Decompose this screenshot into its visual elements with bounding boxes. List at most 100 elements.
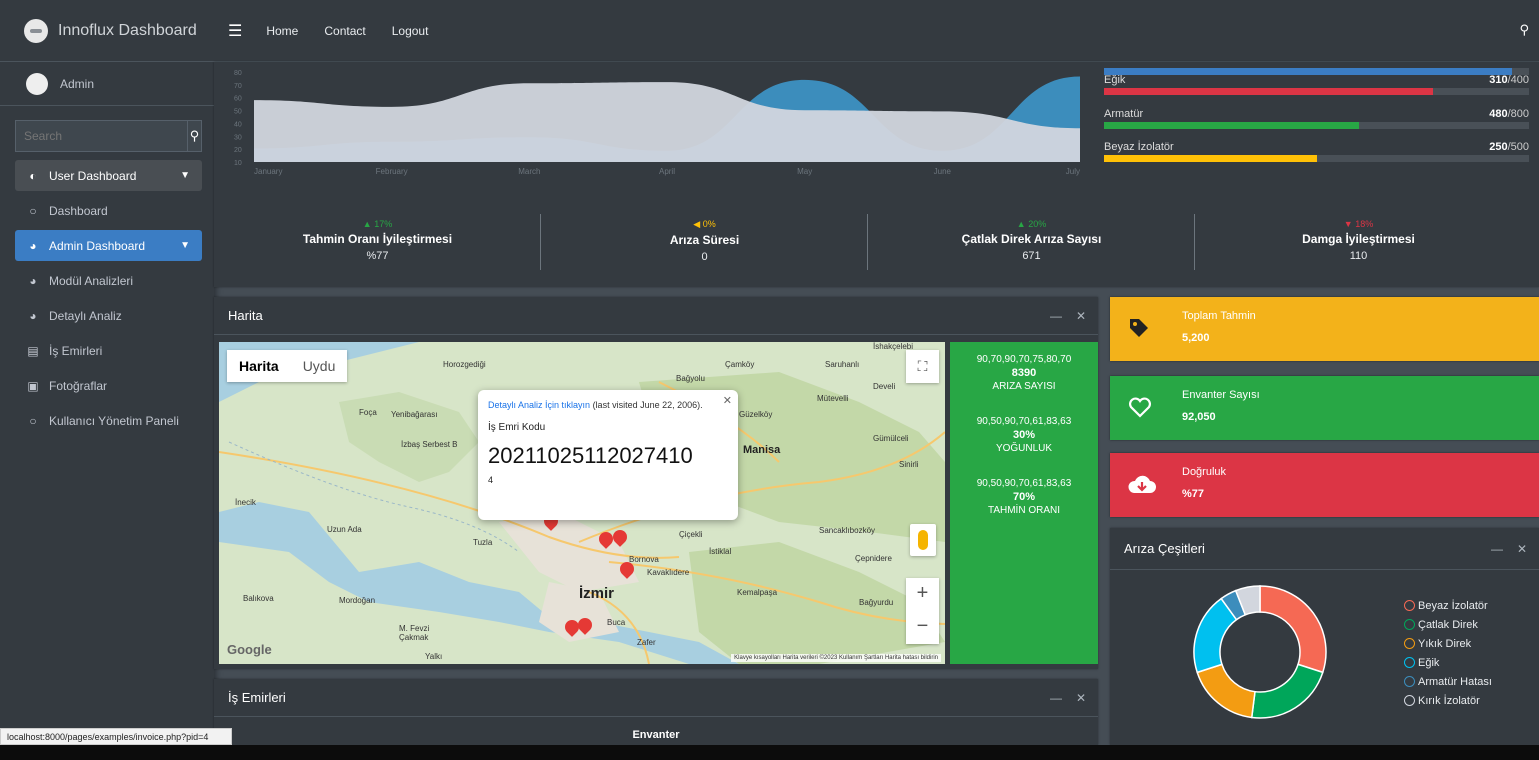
map-label: Yenibağarası [391, 410, 438, 419]
legend-label: Beyaz İzolatör [1418, 599, 1488, 612]
google-map[interactable]: Horozgediği Çamköy Saruhanlı İshakçelebi… [219, 342, 945, 664]
legend-label: Kırık İzolatör [1418, 694, 1480, 707]
collapse-icon[interactable]: — [1491, 542, 1503, 556]
map-label: Bağyolu [676, 374, 705, 383]
area-series-2 [254, 82, 1080, 162]
image-icon: ▣ [27, 378, 39, 393]
work-orders-card: İş Emirleri — ✕ Envanter [214, 679, 1098, 745]
sidebar-nav: ◐ User Dashboard ▼ ○ Dashboard ◕ Admin Dashb… [0, 160, 214, 436]
map-label: Sinirli [899, 460, 919, 469]
close-icon[interactable]: ✕ [723, 394, 732, 407]
map-label: Kemalpaşa [737, 588, 778, 597]
info-box-envanter: Envanter Sayısı 92,050 [1110, 376, 1539, 440]
nav-home-link[interactable]: Home [266, 24, 298, 38]
y-tick-label: 80 [234, 70, 242, 77]
close-icon[interactable]: ✕ [1076, 691, 1086, 705]
map-label: Buca [607, 618, 626, 627]
map-label: Çepnidere [855, 554, 892, 563]
sidebar-item-label: Dashboard [49, 203, 108, 218]
menu-toggle-icon[interactable]: ☰ [228, 21, 242, 41]
sidebar-search-input[interactable] [15, 120, 187, 152]
map-label: Develi [873, 382, 896, 391]
map-stat-block: 90,50,90,70,61,83,63 70% TAHMİN ORANI [950, 478, 1098, 516]
donut-chart [1193, 585, 1327, 719]
progress-fill [1104, 68, 1512, 75]
info-box-toplam-tahmin: Toplam Tahmin 5,200 [1110, 297, 1539, 361]
stat-block: ▼ 18% Damga İyileştirmesi 110 [1195, 212, 1522, 262]
chevron-down-icon: ▼ [180, 170, 190, 181]
sidebar-item-dashboard[interactable]: ○ Dashboard [15, 195, 202, 226]
stat-percent: ▼ 18% [1343, 219, 1374, 229]
legend-item: Armatür Hatası [1404, 672, 1492, 691]
donut-slice[interactable] [1196, 663, 1256, 719]
detail-analysis-link[interactable]: Detaylı Analiz İçin tıklayın [488, 400, 590, 410]
nav-logout-link[interactable]: Logout [392, 24, 429, 38]
info-box-value: %77 [1182, 488, 1205, 500]
sparkline-values: 90,50,90,70,61,83,63 [976, 416, 1072, 427]
legend-marker [1404, 657, 1415, 668]
donut-slice[interactable] [1250, 663, 1324, 719]
map-stat-label: ARIZA SAYISI [992, 381, 1056, 392]
sidebar-item-fotograflar[interactable]: ▣ Fotoğraflar [15, 370, 202, 401]
sidebar-item-modul-analizleri[interactable]: ◕ Modül Analizleri [15, 265, 202, 296]
y-tick-label: 60 [234, 96, 242, 103]
stat-block: ▲ 20% Çatlak Direk Arıza Sayısı 671 [868, 212, 1195, 270]
fullscreen-icon[interactable]: ⛶ [906, 350, 939, 383]
map-stat-label: YOĞUNLUK [995, 443, 1053, 454]
map-label: Çamköy [725, 360, 755, 369]
search-button[interactable]: ⚲ [187, 120, 202, 152]
user-name: Admin [60, 76, 95, 91]
sidebar-item-label: Modül Analizleri [49, 273, 134, 288]
map-type-uydu[interactable]: Uydu [291, 350, 348, 382]
zoom-in-button[interactable]: + [906, 578, 939, 611]
map-type-harita[interactable]: Harita [227, 350, 291, 382]
progress-track [1104, 155, 1529, 162]
legend-item: Beyaz İzolatör [1404, 596, 1492, 615]
close-icon[interactable]: ✕ [1517, 542, 1527, 556]
user-avatar-icon [26, 72, 48, 95]
browser-status-url: localhost:8000/pages/examples/invoice.ph… [0, 728, 232, 745]
collapse-icon[interactable]: — [1050, 309, 1062, 323]
tag-icon [1128, 317, 1154, 341]
sidebar-item-label: Kullanıcı Yönetim Paneli [49, 413, 179, 428]
map-stat-block: 90,70,90,70,75,80,70 8390 ARIZA SAYISI [950, 354, 1098, 392]
map-attribution[interactable]: Klavye kısayolları Harita verileri ©2023… [731, 654, 941, 662]
stat-block: ▲ 17% Tahmin Oranı İyileştirmesi %77 [214, 212, 541, 270]
donut-slice[interactable] [1259, 585, 1327, 674]
map-label: Bornova [629, 555, 659, 564]
zoom-control: + − [906, 578, 939, 644]
navbar-search-icon[interactable]: ⚲ [1519, 22, 1529, 38]
circle-icon: ○ [29, 413, 37, 428]
sidebar-item-user-dashboard[interactable]: ◐ User Dashboard ▼ [15, 160, 202, 191]
map-stat-value: 70% [1012, 491, 1036, 503]
x-tick-label: April [659, 167, 675, 176]
work-orders-header: İş Emirleri — ✕ [214, 679, 1098, 717]
search-icon: ⚲ [189, 128, 200, 143]
sales-chart-card: 80 70 60 50 40 30 20 10 January February March Apri… [214, 62, 1539, 287]
sidebar-item-admin-dashboard[interactable]: ◕ Admin Dashboard ▼ [15, 230, 202, 261]
stat-value: 671 [1022, 250, 1041, 262]
sidebar-item-kullanici-yonetim[interactable]: ○ Kullanıcı Yönetim Paneli [15, 405, 202, 436]
brand-link[interactable]: Innoflux Dashboard [0, 0, 214, 62]
info-box-value: 5,200 [1182, 332, 1210, 344]
nav-contact-link[interactable]: Contact [324, 24, 365, 38]
legend-item: Çatlak Direk [1404, 615, 1492, 634]
collapse-icon[interactable]: — [1050, 691, 1062, 705]
map-label: Foça [359, 408, 377, 417]
stat-value: 0 [701, 251, 708, 263]
zoom-out-button[interactable]: − [906, 611, 939, 644]
street-view-pegman-icon[interactable] [910, 524, 936, 556]
stats-row: ▲ 17% Tahmin Oranı İyileştirmesi %77 ◀ 0… [214, 212, 1539, 282]
progress-fill [1104, 88, 1434, 95]
sidebar-item-is-emirleri[interactable]: ▤ İş Emirleri [15, 335, 202, 366]
y-tick-label: 40 [234, 121, 242, 128]
map-label: Saruhanlı [825, 360, 860, 369]
close-icon[interactable]: ✕ [1076, 309, 1086, 323]
map-label: Yalkı [425, 652, 443, 661]
sidebar-item-detayli-analiz[interactable]: ◕ Detaylı Analiz [15, 300, 202, 331]
map-stats-panel: 90,70,90,70,75,80,70 8390 ARIZA SAYISI 9… [950, 342, 1098, 664]
user-panel[interactable]: Admin [0, 62, 214, 106]
card-tools: — ✕ [1036, 309, 1086, 323]
sidebar: Innoflux Dashboard Admin ⚲ ◐ User Dashboa… [0, 0, 214, 745]
brand-logo-icon [24, 18, 48, 43]
